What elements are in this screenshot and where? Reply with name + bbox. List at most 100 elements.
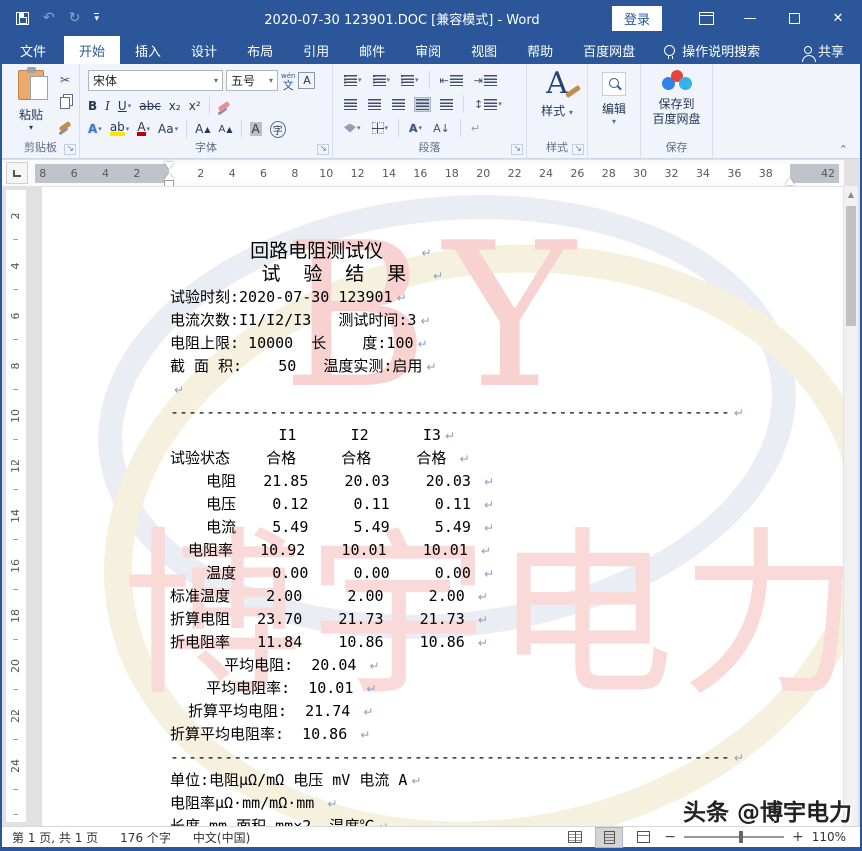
- increase-indent-button[interactable]: ⇥: [473, 73, 498, 88]
- minimize-button[interactable]: —: [728, 0, 772, 36]
- tell-me-search[interactable]: 操作说明搜索: [650, 36, 774, 64]
- ribbon-tab[interactable]: 开始: [64, 36, 120, 64]
- grow-font-button[interactable]: A▲: [195, 122, 210, 136]
- font-size-combo[interactable]: 五号▾: [226, 70, 278, 91]
- asian-layout-button[interactable]: A▾: [408, 121, 423, 136]
- zoom-in-button[interactable]: +: [792, 829, 804, 845]
- format-painter-button[interactable]: [56, 118, 74, 134]
- close-button[interactable]: ✕: [816, 0, 860, 36]
- ribbon-tab[interactable]: 文件: [2, 36, 64, 64]
- undo-icon[interactable]: ↶: [43, 10, 55, 26]
- text-effects-button[interactable]: A: [88, 122, 97, 136]
- ribbon-display-options-button[interactable]: [684, 0, 728, 36]
- redo-icon[interactable]: ↻: [69, 10, 81, 26]
- numbering-button[interactable]: ▾: [372, 74, 392, 87]
- show-hide-marks-button[interactable]: ↵: [470, 121, 481, 136]
- ribbon-tab[interactable]: 百度网盘: [568, 36, 650, 64]
- styles-dialog-launcher[interactable]: ↘: [572, 144, 584, 155]
- underline-button[interactable]: U: [118, 99, 127, 113]
- shrink-font-button[interactable]: A▲: [219, 124, 233, 135]
- scroll-up-icon[interactable]: ▲: [844, 190, 858, 199]
- character-shading-button[interactable]: A: [250, 122, 262, 136]
- ruler-number: 2: [0, 206, 41, 226]
- paragraph-dialog-launcher[interactable]: ↘: [511, 144, 523, 155]
- decrease-indent-button[interactable]: ⇤: [439, 73, 464, 88]
- document-line: ----------------------------------------…: [170, 401, 744, 424]
- cut-button[interactable]: ✂: [56, 72, 74, 88]
- zoom-slider[interactable]: [684, 836, 784, 838]
- align-left-button[interactable]: [343, 98, 358, 111]
- collapse-ribbon-button[interactable]: ⌃: [839, 143, 848, 156]
- vertical-ruler[interactable]: 24681012141618202224: [6, 190, 26, 822]
- document-line: ----------------------------------------…: [170, 746, 744, 769]
- bullets-button[interactable]: ▾: [343, 74, 363, 87]
- highlight-button[interactable]: ab: [110, 122, 125, 136]
- ribbon-tab[interactable]: 插入: [120, 36, 176, 64]
- page-number-status[interactable]: 第 1 页, 共 1 页: [12, 829, 98, 846]
- subscript-button[interactable]: x₂: [169, 99, 181, 113]
- bold-button[interactable]: B: [88, 99, 97, 113]
- tab-selector[interactable]: [6, 162, 28, 184]
- strikethrough-button[interactable]: abc: [139, 99, 161, 113]
- editing-button[interactable]: 编辑 ▾: [595, 72, 633, 126]
- line-spacing-button[interactable]: ↕▾: [473, 97, 503, 112]
- pilcrow-mark: ↵: [360, 728, 370, 742]
- read-mode-button[interactable]: [562, 828, 588, 847]
- web-layout-button[interactable]: [630, 828, 656, 847]
- login-button[interactable]: 登录: [612, 6, 662, 31]
- pilcrow-mark: ↵: [484, 521, 494, 535]
- scrollbar-thumb[interactable]: [846, 206, 856, 326]
- clear-formatting-button[interactable]: [218, 104, 230, 109]
- shading-button[interactable]: ▾: [343, 123, 362, 134]
- styles-button[interactable]: A 样式 ▾: [527, 68, 587, 119]
- save-to-baidu-button[interactable]: 保存到 百度网盘: [641, 70, 712, 127]
- hanging-indent-marker[interactable]: [164, 173, 174, 180]
- italic-button[interactable]: I: [105, 99, 110, 113]
- sort-button[interactable]: A↓: [432, 121, 451, 136]
- document-page[interactable]: BY 博宇电力 回路电阻测试仪 ↵ 试 验 结 果 ↵试验时刻:2020-07-…: [42, 187, 848, 826]
- chevron-down-icon: ▾: [29, 123, 33, 132]
- language-status[interactable]: 中文(中国): [193, 829, 250, 846]
- zoom-level[interactable]: 110%: [812, 830, 846, 844]
- font-dialog-launcher[interactable]: ↘: [317, 144, 329, 155]
- vertical-scrollbar[interactable]: ▲: [843, 186, 858, 826]
- distribute-button[interactable]: [439, 98, 454, 111]
- share-button[interactable]: 共享: [788, 36, 860, 64]
- align-center-button[interactable]: [367, 98, 382, 111]
- superscript-button[interactable]: x²: [189, 99, 201, 113]
- font-color-button[interactable]: A: [137, 122, 145, 136]
- document-line: 回路电阻测试仪 ↵: [170, 240, 744, 263]
- character-border-button[interactable]: A: [298, 72, 315, 89]
- change-case-button[interactable]: Aa: [158, 122, 174, 136]
- align-right-button[interactable]: [391, 98, 406, 111]
- print-layout-button[interactable]: [596, 828, 622, 847]
- ribbon-tab[interactable]: 引用: [288, 36, 344, 64]
- ribbon-tab[interactable]: 布局: [232, 36, 288, 64]
- ruler-number: 10: [0, 406, 41, 426]
- horizontal-ruler[interactable]: 8642 2468101214161820222426283032343638 …: [35, 164, 839, 183]
- ribbon-tab[interactable]: 视图: [456, 36, 512, 64]
- justify-button[interactable]: [415, 98, 430, 111]
- save-icon[interactable]: [16, 12, 29, 25]
- customize-qat-icon[interactable]: ▾: [94, 13, 99, 23]
- multilevel-list-button[interactable]: ▾: [400, 74, 420, 87]
- zoom-slider-thumb[interactable]: [739, 831, 743, 843]
- borders-button[interactable]: ▾: [371, 121, 390, 135]
- copy-button[interactable]: [56, 95, 74, 111]
- word-count-status[interactable]: 176 个字: [120, 829, 171, 846]
- paste-button[interactable]: 粘贴 ▾: [10, 70, 52, 138]
- enclose-characters-button[interactable]: 字: [270, 121, 286, 138]
- ribbon-tab[interactable]: 审阅: [400, 36, 456, 64]
- right-indent-marker[interactable]: [785, 178, 795, 185]
- maximize-button[interactable]: [772, 0, 816, 36]
- clipboard-dialog-launcher[interactable]: ↘: [64, 144, 76, 155]
- phonetic-guide-button[interactable]: wén文: [281, 72, 295, 90]
- ribbon-tab[interactable]: 设计: [176, 36, 232, 64]
- first-line-indent-marker[interactable]: [164, 162, 174, 169]
- tell-me-label: 操作说明搜索: [682, 41, 760, 60]
- ribbon-tab[interactable]: 邮件: [344, 36, 400, 64]
- ribbon-tab[interactable]: 帮助: [512, 36, 568, 64]
- ruler-number: 6: [248, 167, 279, 180]
- zoom-out-button[interactable]: −: [664, 829, 676, 845]
- font-name-combo[interactable]: 宋体▾: [88, 70, 223, 91]
